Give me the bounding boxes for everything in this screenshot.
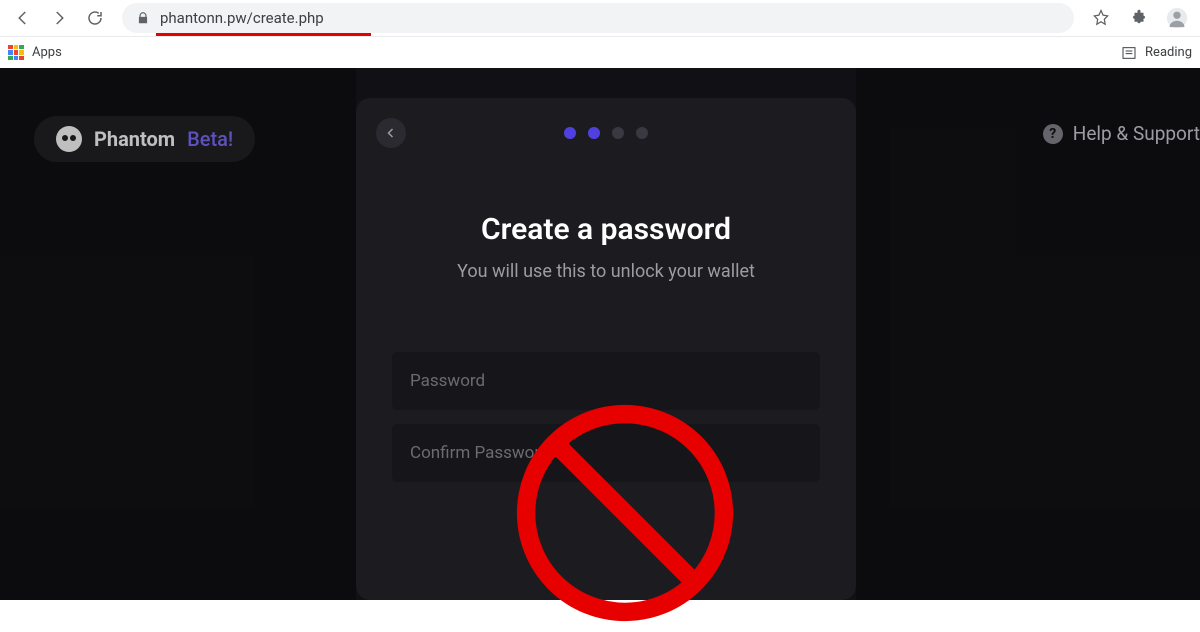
dim-overlay-right [856, 68, 1200, 600]
reading-icon [1121, 45, 1137, 61]
forward-nav-button[interactable] [42, 3, 76, 33]
lock-icon [136, 11, 150, 25]
phantom-brand-pill[interactable]: Phantom Beta! [34, 116, 255, 162]
avatar-icon [1166, 7, 1188, 29]
back-nav-button[interactable] [6, 3, 40, 33]
reload-button[interactable] [78, 3, 112, 33]
url-text: phantonn.pw/create.php [160, 9, 324, 27]
step-dot-4 [636, 127, 648, 139]
step-dot-1 [564, 127, 576, 139]
page-viewport: Phantom Beta! ? Help & Support Create a … [0, 68, 1200, 600]
puzzle-icon [1130, 9, 1148, 27]
step-dot-3 [612, 127, 624, 139]
arrow-left-icon [14, 9, 32, 27]
brand-beta-tag: Beta! [187, 127, 233, 151]
progress-stepper [564, 127, 648, 139]
help-support-link[interactable]: ? Help & Support [1043, 122, 1200, 145]
phantom-logo-icon [56, 126, 82, 152]
card-title: Create a password [356, 212, 856, 247]
help-support-label: Help & Support [1073, 122, 1200, 145]
password-input[interactable] [392, 352, 820, 410]
chevron-left-icon [385, 127, 397, 139]
apps-bookmark[interactable]: Apps [8, 45, 62, 61]
reading-label: Reading [1145, 45, 1192, 60]
address-bar[interactable]: phantonn.pw/create.php [122, 3, 1074, 33]
reading-list-button[interactable]: Reading [1121, 45, 1192, 61]
card-header [356, 116, 856, 150]
confirm-password-input[interactable] [392, 424, 820, 482]
bookmark-star-button[interactable] [1084, 3, 1118, 33]
arrow-right-icon [50, 9, 68, 27]
help-icon: ? [1043, 124, 1063, 144]
extensions-button[interactable] [1122, 3, 1156, 33]
star-icon [1091, 8, 1111, 28]
bookmark-bar: Apps Reading [0, 36, 1200, 68]
url-underline-annotation [156, 33, 371, 36]
apps-grid-icon [8, 45, 24, 61]
card-back-button[interactable] [376, 118, 406, 148]
reload-icon [86, 9, 104, 27]
create-password-card: Create a password You will use this to u… [356, 98, 856, 600]
card-subtitle: You will use this to unlock your wallet [356, 261, 856, 282]
profile-avatar-button[interactable] [1160, 3, 1194, 33]
apps-label: Apps [32, 45, 62, 60]
brand-name: Phantom [94, 127, 175, 151]
chrome-toolbar: phantonn.pw/create.php [0, 0, 1200, 36]
step-dot-2 [588, 127, 600, 139]
